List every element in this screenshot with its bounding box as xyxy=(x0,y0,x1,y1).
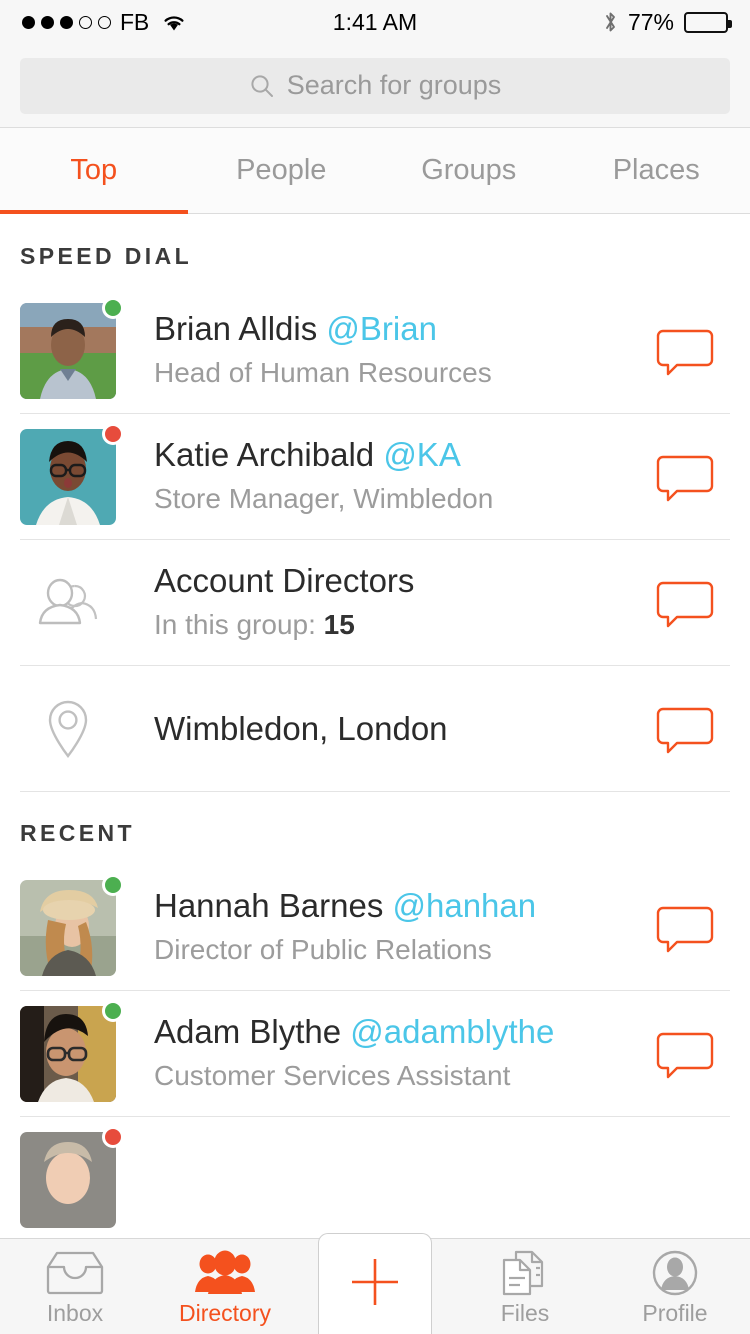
contact-subtitle: Customer Services Assistant xyxy=(154,1060,511,1092)
section-header-recent: RECENT xyxy=(20,820,135,846)
group-name: Account Directors xyxy=(154,562,415,600)
list-item[interactable]: Wimbledon, London xyxy=(0,666,750,792)
list-item-text: Wimbledon, London xyxy=(116,710,656,749)
chat-bubble-icon[interactable] xyxy=(656,574,714,632)
status-bar-left: FB xyxy=(22,9,187,36)
list-item[interactable]: Brian Alldis @Brian Head of Human Resour… xyxy=(0,288,750,414)
tab-people[interactable]: People xyxy=(188,128,376,213)
avatar xyxy=(20,297,124,399)
wifi-icon xyxy=(161,12,187,32)
contact-name: Brian Alldis @Brian xyxy=(154,310,437,348)
map-pin-icon xyxy=(20,681,116,777)
section-header-speed-dial: SPEED DIAL xyxy=(20,243,193,269)
search-bar-container: Search for groups xyxy=(0,44,750,128)
nav-label-directory: Directory xyxy=(178,1300,271,1326)
status-dot-busy xyxy=(102,1126,124,1148)
list-item-text: Adam Blythe @adamblythe Customer Service… xyxy=(116,1013,656,1094)
member-count-value: 15 xyxy=(323,609,355,641)
tab-top[interactable]: Top xyxy=(0,128,188,214)
bottom-navigation-bar: Inbox Directory Files Profile xyxy=(0,1233,750,1334)
avatar xyxy=(20,423,124,525)
group-member-count: In this group: 15 xyxy=(154,609,355,641)
list-item[interactable] xyxy=(0,1117,750,1243)
group-people-icon xyxy=(20,555,116,651)
list-item-text: Account Directors In this group: 15 xyxy=(116,562,656,643)
contact-handle: @KA xyxy=(383,436,461,474)
contact-handle: @adamblythe xyxy=(350,1013,555,1051)
search-placeholder: Search for groups xyxy=(286,70,502,100)
contact-name: Katie Archibald @KA xyxy=(154,436,461,474)
carrier-label: FB xyxy=(120,8,149,35)
status-dot-busy xyxy=(102,423,124,445)
chat-bubble-icon[interactable] xyxy=(656,322,714,380)
avatar xyxy=(20,874,124,976)
list-item-text: Hannah Barnes @hanhan Director of Public… xyxy=(116,887,656,968)
battery-icon xyxy=(684,11,732,33)
bluetooth-icon xyxy=(603,10,618,34)
list-item[interactable]: Katie Archibald @KA Store Manager, Wimbl… xyxy=(0,414,750,540)
avatar xyxy=(20,1126,124,1228)
tab-groups[interactable]: Groups xyxy=(375,128,563,213)
list-item-text: Katie Archibald @KA Store Manager, Wimbl… xyxy=(116,436,656,517)
signal-strength-dots xyxy=(22,15,111,29)
search-icon xyxy=(249,73,275,99)
status-dot-online xyxy=(102,1000,124,1022)
contact-handle: @hanhan xyxy=(392,887,537,925)
list-item[interactable]: Hannah Barnes @hanhan Director of Public… xyxy=(0,865,750,991)
contact-subtitle: Head of Human Resources xyxy=(154,357,492,389)
nav-item-profile[interactable]: Profile xyxy=(600,1239,750,1334)
contact-name: Adam Blythe @adamblythe xyxy=(154,1013,555,1051)
contact-subtitle: Store Manager, Wimbledon xyxy=(154,483,494,515)
nav-label-inbox: Inbox xyxy=(46,1300,104,1326)
documents-icon xyxy=(494,1250,556,1296)
status-bar-right: 77% xyxy=(603,8,732,36)
contact-name: Hannah Barnes @hanhan xyxy=(154,887,537,925)
nav-item-files[interactable]: Files xyxy=(450,1239,600,1334)
status-dot-online xyxy=(102,297,124,319)
chat-bubble-icon[interactable] xyxy=(656,448,714,506)
status-dot-online xyxy=(102,874,124,896)
contact-subtitle: Director of Public Relations xyxy=(154,934,492,966)
status-bar: FB 1:41 AM 77% xyxy=(0,0,750,44)
nav-label-profile: Profile xyxy=(642,1300,708,1326)
place-name: Wimbledon, London xyxy=(154,709,448,747)
segment-tabs: Top People Groups Places xyxy=(0,128,750,214)
chat-bubble-icon[interactable] xyxy=(656,899,714,957)
chat-bubble-icon[interactable] xyxy=(656,700,714,758)
add-button[interactable] xyxy=(318,1233,432,1334)
battery-percent-label: 77% xyxy=(627,8,674,35)
list-item[interactable]: Adam Blythe @adamblythe Customer Service… xyxy=(0,991,750,1117)
nav-item-inbox[interactable]: Inbox xyxy=(0,1239,150,1334)
avatar xyxy=(20,1000,124,1102)
plus-icon xyxy=(346,1253,404,1316)
list-item[interactable]: Account Directors In this group: 15 xyxy=(0,540,750,666)
tab-places[interactable]: Places xyxy=(563,128,750,213)
list-item-text: Brian Alldis @Brian Head of Human Resour… xyxy=(116,310,656,391)
chat-bubble-icon[interactable] xyxy=(656,1025,714,1083)
nav-label-files: Files xyxy=(500,1300,550,1326)
inbox-tray-icon xyxy=(44,1250,106,1296)
people-group-icon xyxy=(194,1250,256,1296)
person-circle-icon xyxy=(644,1250,706,1296)
nav-item-directory[interactable]: Directory xyxy=(150,1239,300,1334)
directory-list[interactable]: SPEED DIAL Brian Alldis @Brian Head of H… xyxy=(0,215,750,1334)
list-item-text xyxy=(116,1177,728,1183)
search-input[interactable]: Search for groups xyxy=(20,57,730,114)
contact-handle: @Brian xyxy=(326,310,437,348)
